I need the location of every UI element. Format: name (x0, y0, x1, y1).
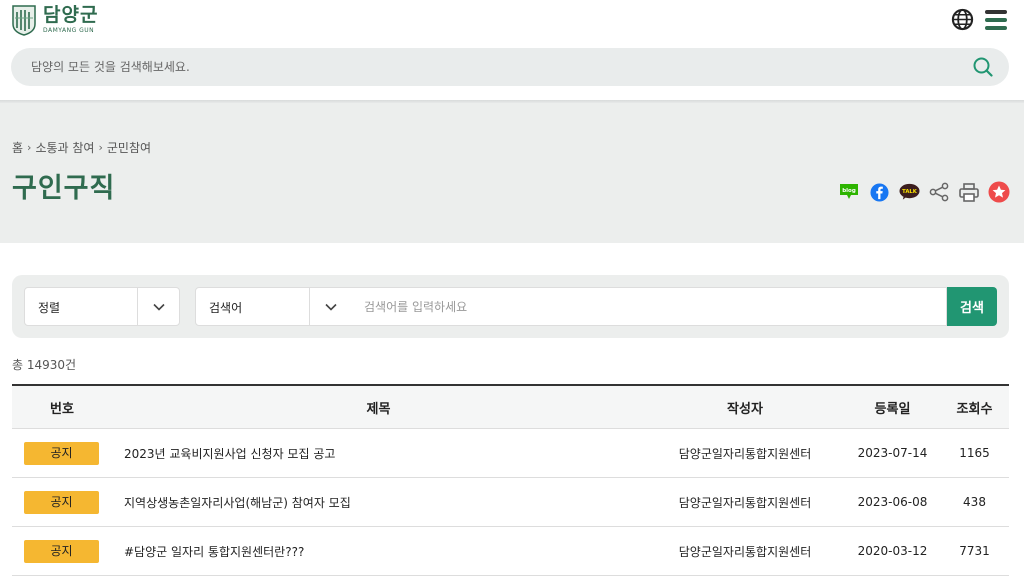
breadcrumb-communication[interactable]: 소통과 참여 (35, 139, 94, 156)
board-search-form: 정렬 검색어 검색 (12, 275, 1009, 338)
notice-badge: 공지 (24, 490, 99, 514)
blog-icon-label: blog (842, 188, 856, 194)
page-title-area: 홈 › 소통과 참여 › 군민참여 구인구직 blog TALK (0, 103, 1024, 243)
table-row: 공지 지역상생농촌일자리사업(해남군) 참여자 모집 담양군일자리통합지원센터 … (12, 478, 1009, 527)
breadcrumb-participation[interactable]: 군민참여 (107, 139, 151, 156)
post-writer: 담양군일자리통합지원센터 (678, 495, 812, 510)
site-header: 담양군 DAMYANG GUN (0, 0, 1024, 101)
logo-subtitle: DAMYANG GUN (43, 27, 95, 34)
post-writer: 담양군일자리통합지원센터 (678, 446, 812, 461)
keyword-input[interactable] (351, 287, 947, 326)
table-row: 공지 2023년 교육비지원사업 신청자 모집 공고 담양군일자리통합지원센터 … (12, 429, 1009, 478)
search-field-value: 검색어 (209, 301, 243, 315)
post-title-link[interactable]: 지역상생농촌일자리사업(해남군) 참여자 모집 (112, 494, 645, 511)
header-number: 번호 (50, 401, 74, 417)
site-search-input[interactable] (31, 48, 931, 86)
table-header: 번호 제목 작성자 등록일 조회수 (12, 384, 1009, 429)
post-writer: 담양군일자리통합지원센터 (678, 544, 812, 559)
total-count: 총 14930건 (12, 358, 77, 372)
header-views: 조회수 (956, 401, 993, 417)
table-row: 공지 #담양군 일자리 통합지원센터란??? 담양군일자리통합지원센터 2020… (12, 527, 1009, 576)
breadcrumb: 홈 › 소통과 참여 › 군민참여 (12, 139, 151, 156)
chevron-right-icon: › (27, 141, 32, 154)
county-emblem-icon (12, 5, 36, 36)
search-icon[interactable] (973, 57, 993, 77)
search-button[interactable]: 검색 (947, 287, 997, 326)
site-search-bar (11, 48, 1009, 86)
chevron-down-icon (309, 288, 351, 325)
print-icon[interactable] (958, 181, 980, 203)
blog-icon[interactable]: blog (838, 181, 860, 203)
chevron-down-icon (137, 288, 179, 325)
post-date: 2020-03-12 (857, 544, 928, 558)
notice-badge: 공지 (24, 441, 99, 465)
post-date: 2023-06-08 (857, 495, 928, 509)
menu-icon[interactable] (985, 10, 1007, 30)
notice-badge: 공지 (24, 539, 99, 563)
logo-title: 담양군 (43, 4, 99, 26)
kakaotalk-icon[interactable]: TALK (898, 181, 920, 203)
post-views: 7731 (959, 544, 990, 558)
header-title: 제목 (366, 401, 391, 417)
facebook-icon[interactable] (868, 181, 890, 203)
post-views: 1165 (959, 446, 990, 460)
page-title: 구인구직 (12, 173, 116, 204)
post-title-link[interactable]: #담양군 일자리 통합지원센터란??? (112, 543, 645, 560)
board-table: 번호 제목 작성자 등록일 조회수 공지 2023년 교육비지원사업 신청자 모… (12, 384, 1009, 576)
search-field-select[interactable]: 검색어 (195, 287, 352, 326)
sort-select-value: 정렬 (38, 301, 61, 315)
post-date: 2023-07-14 (857, 446, 928, 460)
header-writer: 작성자 (727, 401, 763, 417)
chevron-right-icon: › (98, 141, 103, 154)
kakaotalk-icon-label: TALK (902, 189, 918, 195)
favorite-icon[interactable] (988, 181, 1010, 203)
breadcrumb-home[interactable]: 홈 (12, 139, 23, 156)
post-title-link[interactable]: 2023년 교육비지원사업 신청자 모집 공고 (112, 445, 645, 462)
sort-select[interactable]: 정렬 (24, 287, 180, 326)
site-logo[interactable]: 담양군 DAMYANG GUN (11, 4, 98, 36)
share-toolbar: blog TALK (838, 181, 1018, 203)
globe-icon[interactable] (951, 8, 974, 31)
share-icon[interactable] (928, 181, 950, 203)
header-date: 등록일 (874, 401, 911, 417)
post-views: 438 (963, 495, 986, 509)
